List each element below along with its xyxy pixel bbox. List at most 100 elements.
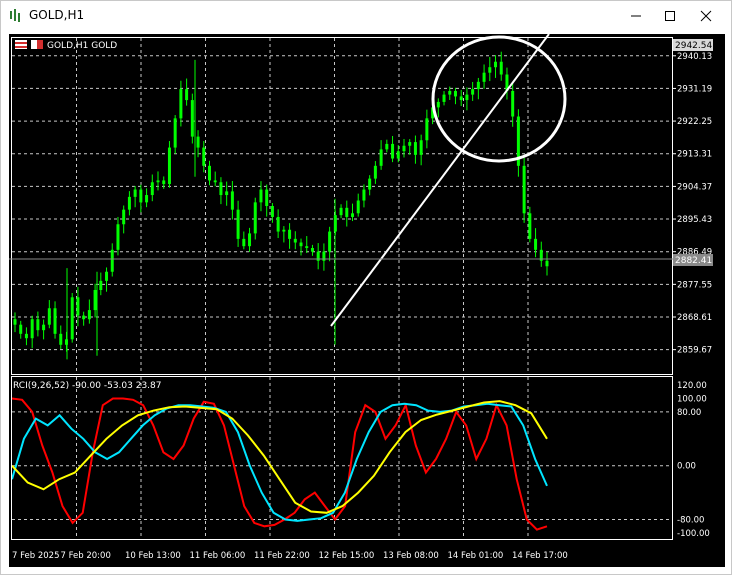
price-candles [13,51,549,360]
time-tick-label: 11 Feb 22:00 [254,551,310,561]
price-tick-label: 2859.67 [677,346,712,356]
maximize-icon [665,11,675,21]
window-title: GOLD,H1 [29,8,85,22]
candle [93,283,97,318]
candle [545,251,549,276]
candle [42,319,46,340]
current-price-label: 2942.54 [675,41,712,51]
candle [116,216,120,256]
minimize-button[interactable] [619,1,653,31]
candle [539,241,543,267]
annotations[interactable] [330,34,567,327]
candle [213,171,217,187]
candle [385,139,389,153]
candle [379,140,383,170]
time-tick-label: 10 Feb 13:00 [125,551,181,561]
candle [162,176,166,189]
candle [534,228,538,258]
candle [351,203,355,222]
candle [110,243,114,277]
rci-line-1 [11,397,548,531]
candle [471,81,475,101]
candle [196,130,200,158]
candle [408,139,412,155]
minimize-icon [631,15,641,17]
candle [276,209,280,239]
candle [310,244,314,256]
candle [70,292,74,343]
candle [13,312,17,333]
price-tick-label: 2913.31 [677,150,712,160]
candle [413,135,417,164]
candle [99,272,103,296]
candle [453,87,457,105]
price-tick-label: 2895.43 [677,215,712,225]
candle [230,181,234,220]
candle [87,299,91,324]
rci-line-2 [11,402,548,522]
candle [459,89,463,107]
candle [150,174,154,202]
candle [259,181,263,212]
price-tick-label: 2940.13 [677,52,712,62]
time-tick-label: 14 Feb 17:00 [512,551,568,561]
candle [53,301,57,339]
candle [482,64,486,89]
candle [24,327,28,346]
candle [288,223,292,249]
candle [219,177,223,205]
price-tick-label: 2877.55 [677,280,712,290]
candle [425,109,429,149]
close-button[interactable] [689,1,723,31]
candle [248,227,252,252]
candle [299,238,303,256]
candle [225,181,229,206]
candle [105,267,109,292]
chart-canvas[interactable]: GOLD,H1 GOLD RCI(9,26,52) -90.00 -53.03 … [9,34,725,567]
indicator-tick-label: 120.00 [677,381,707,391]
maximize-button[interactable] [653,1,687,31]
price-tick-label: 2868.61 [677,313,712,323]
candle [368,175,372,196]
indicator-axis: 120.00 100.00 80.00 0.00 -80.00 -100.00 [677,381,710,539]
candle [442,91,446,106]
candle [139,184,143,213]
candle [253,197,257,240]
candle [522,157,526,223]
trend-line[interactable] [330,34,550,327]
candle [47,300,51,329]
candle [270,203,274,223]
candle [265,184,269,217]
header-label: GOLD,H1 GOLD [15,40,117,51]
bid-price-label: 2882.41 [675,256,712,266]
candle [488,57,492,82]
candle [476,77,480,100]
candle [362,184,366,208]
time-tick-label: 7 Feb 2025 [12,551,60,561]
candle [305,236,309,254]
time-tick-label: 11 Feb 06:00 [190,551,246,561]
close-icon [700,10,712,22]
indicator-tick-label: 100.00 [677,394,707,404]
grid [12,38,672,539]
rci-lines [11,397,548,531]
candle [505,67,509,100]
price-tick-label: 2904.37 [677,182,712,192]
candle [133,186,137,208]
candle [185,78,189,106]
candle [373,161,377,184]
candle [293,231,297,250]
candle [402,138,406,158]
chart-area[interactable]: GOLD,H1 GOLD RCI(9,26,52) -90.00 -53.03 … [9,34,725,567]
candle [419,134,423,166]
candle [391,135,395,163]
candle [19,320,23,339]
candle [179,80,183,127]
candle [59,325,63,349]
time-tick-label: 13 Feb 08:00 [383,551,439,561]
candle [282,226,286,243]
indicator-tick-label: -80.00 [677,516,704,526]
candle [167,141,171,188]
title-bar[interactable]: GOLD,H1 [1,1,731,31]
candle [36,311,40,337]
